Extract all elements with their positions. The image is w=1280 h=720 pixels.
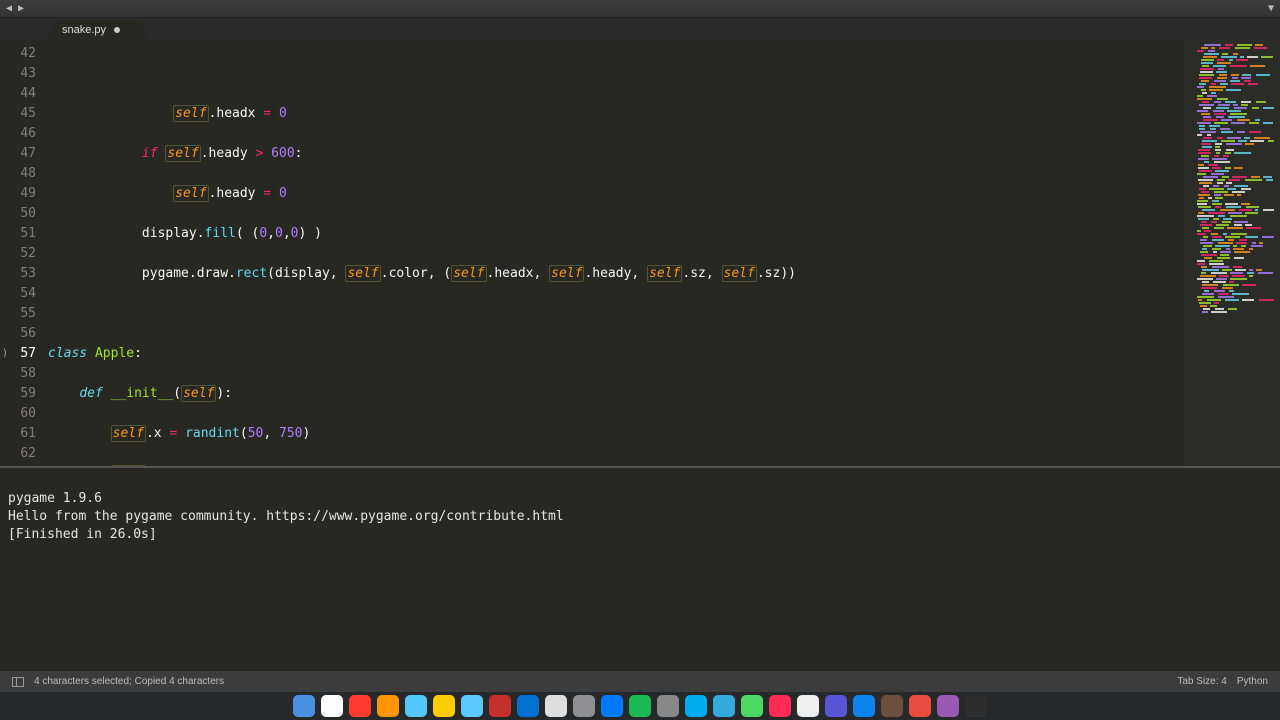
dock-app-icon[interactable] — [881, 695, 903, 717]
dock-app-icon[interactable] — [797, 695, 819, 717]
dock-app-icon[interactable] — [853, 695, 875, 717]
dock-app-icon[interactable] — [293, 695, 315, 717]
code-editor[interactable]: 42 43 44 45 46 47 48 49 50 51 52 53 54 5… — [0, 40, 1280, 466]
dock-app-icon[interactable] — [545, 695, 567, 717]
tab-bar: snake.py — [0, 18, 1280, 40]
console-line: [Finished in 26.0s] — [8, 527, 157, 542]
nav-back-icon[interactable]: ◀ — [6, 3, 12, 14]
dock-app-icon[interactable] — [657, 695, 679, 717]
dock-app-icon[interactable] — [349, 695, 371, 717]
chevron-down-icon[interactable]: ▼ — [1268, 3, 1274, 14]
dock-app-icon[interactable] — [937, 695, 959, 717]
tab-file[interactable]: snake.py — [48, 20, 148, 40]
syntax-indicator[interactable]: Python — [1237, 676, 1268, 687]
window-titlebar: ◀ ▶ ▼ — [0, 0, 1280, 18]
dock-app-icon[interactable] — [517, 695, 539, 717]
dock-app-icon[interactable] — [741, 695, 763, 717]
panel-switcher-icon[interactable] — [12, 677, 24, 687]
code-content[interactable]: self.headx = 0 if self.heady > 600: self… — [48, 40, 1184, 466]
dock-app-icon[interactable] — [405, 695, 427, 717]
line-gutter: 42 43 44 45 46 47 48 49 50 51 52 53 54 5… — [0, 40, 48, 466]
editor-main: 42 43 44 45 46 47 48 49 50 51 52 53 54 5… — [0, 40, 1280, 670]
minimap[interactable] — [1184, 40, 1280, 466]
dock-app-icon[interactable] — [461, 695, 483, 717]
macos-dock — [0, 692, 1280, 720]
status-bar: 4 characters selected; Copied 4 characte… — [0, 670, 1280, 692]
dock-app-icon[interactable] — [377, 695, 399, 717]
dock-app-icon[interactable] — [965, 695, 987, 717]
console-line: pygame 1.9.6 — [8, 491, 102, 506]
tab-size-indicator[interactable]: Tab Size: 4 — [1177, 676, 1226, 687]
status-message: 4 characters selected; Copied 4 characte… — [34, 676, 224, 687]
dock-app-icon[interactable] — [825, 695, 847, 717]
build-output-panel[interactable]: pygame 1.9.6 Hello from the pygame commu… — [0, 466, 1280, 670]
dock-app-icon[interactable] — [573, 695, 595, 717]
dock-app-icon[interactable] — [489, 695, 511, 717]
dock-app-icon[interactable] — [433, 695, 455, 717]
tab-label: snake.py — [62, 24, 106, 36]
dock-app-icon[interactable] — [629, 695, 651, 717]
dock-app-icon[interactable] — [909, 695, 931, 717]
dock-app-icon[interactable] — [713, 695, 735, 717]
dock-app-icon[interactable] — [601, 695, 623, 717]
dock-app-icon[interactable] — [685, 695, 707, 717]
nav-forward-icon[interactable]: ▶ — [18, 3, 24, 14]
dock-app-icon[interactable] — [321, 695, 343, 717]
unsaved-indicator-icon — [114, 27, 120, 33]
dock-app-icon[interactable] — [769, 695, 791, 717]
console-line: Hello from the pygame community. https:/… — [8, 509, 564, 524]
